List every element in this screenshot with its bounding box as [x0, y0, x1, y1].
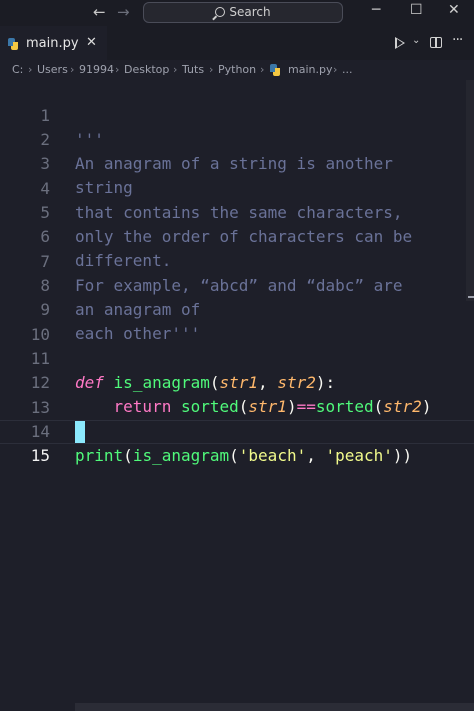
- back-arrow-icon[interactable]: ←: [93, 3, 106, 21]
- line-number: 15: [30, 446, 50, 465]
- tab-bar: main.py ✕ ⌄ ···: [0, 26, 474, 61]
- code-line: 15: [0, 420, 474, 465]
- code-line: 11 def is_anagram(str1, str2):: [0, 323, 474, 392]
- code-line: 2 An anagram of a string is another: [0, 104, 474, 173]
- code-line: 13: [0, 372, 474, 417]
- breadcrumb-separator: ›: [173, 63, 178, 76]
- function-name: print: [75, 446, 124, 465]
- split-editor-icon[interactable]: [430, 37, 442, 48]
- close-window-button[interactable]: ✕: [448, 2, 460, 18]
- breadcrumb-item[interactable]: Users: [37, 63, 68, 76]
- breadcrumb-item[interactable]: Desktop: [124, 63, 169, 76]
- punctuation: (: [123, 446, 133, 465]
- code-editor[interactable]: 1 ''' 2 An anagram of a string is anothe…: [0, 80, 474, 711]
- breadcrumb-separator: ›: [70, 63, 75, 76]
- breadcrumb-item[interactable]: main.py: [288, 63, 332, 76]
- breadcrumb-item[interactable]: 91994: [79, 63, 114, 76]
- code-text: print(is_anagram('beach', 'peach')): [75, 444, 412, 468]
- python-file-icon: [8, 38, 18, 50]
- breadcrumb: C: › Users › 91994 › Desktop › Tuts › Py…: [0, 60, 474, 80]
- code-line: 9 each other''': [0, 274, 474, 343]
- search-label: Search: [229, 5, 271, 19]
- breadcrumb-item[interactable]: C:: [12, 63, 23, 76]
- punctuation: )): [392, 446, 413, 465]
- code-line: 12 return sorted(str1)==sorted(str2): [0, 347, 474, 416]
- breadcrumb-separator: ›: [260, 63, 265, 76]
- command-search-box[interactable]: Search: [143, 2, 343, 23]
- minimize-button[interactable]: ─: [372, 2, 380, 18]
- breadcrumb-separator: ›: [28, 63, 33, 76]
- code-line: 8 an anagram of: [0, 250, 474, 319]
- breadcrumb-separator: ›: [209, 63, 214, 76]
- scrollbar-position-marker: [468, 296, 474, 298]
- punctuation: ,: [306, 446, 326, 465]
- breadcrumb-item[interactable]: ...: [342, 63, 353, 76]
- punctuation: (: [229, 446, 239, 465]
- code-line: 4 that contains the same characters,: [0, 153, 474, 222]
- function-name: is_anagram: [132, 446, 230, 465]
- breadcrumb-separator: ›: [115, 63, 120, 76]
- tab-filename: main.py: [26, 36, 79, 51]
- breadcrumb-separator: ›: [333, 63, 338, 76]
- code-line: 3 string: [0, 128, 474, 197]
- string-literal: 'peach': [325, 446, 393, 465]
- text-cursor: [75, 421, 85, 443]
- code-line: 5 only the order of characters can be: [0, 177, 474, 246]
- title-bar: ← → Search ─ ☐ ✕: [0, 0, 474, 26]
- code-line: 6 different.: [0, 201, 474, 270]
- code-line: 10: [0, 299, 474, 344]
- more-actions-icon[interactable]: ···: [452, 32, 463, 48]
- code-line: 14 print(is_anagram('beach', 'peach')): [0, 396, 474, 465]
- breadcrumb-item[interactable]: Python: [218, 63, 256, 76]
- code-line: 1 ''': [0, 80, 474, 149]
- tab-main-py[interactable]: main.py ✕: [0, 26, 107, 61]
- vertical-scrollbar[interactable]: [466, 80, 474, 301]
- search-icon: [215, 7, 226, 17]
- run-icon[interactable]: [395, 37, 405, 49]
- horizontal-scrollbar[interactable]: [75, 703, 474, 711]
- code-line: 7 For example, “abcd” and “dabc” are: [0, 226, 474, 295]
- string-literal: 'beach': [238, 446, 307, 465]
- maximize-button[interactable]: ☐: [410, 2, 423, 18]
- breadcrumb-item[interactable]: Tuts: [182, 63, 204, 76]
- forward-arrow-icon[interactable]: →: [117, 3, 130, 21]
- tab-close-icon[interactable]: ✕: [86, 35, 97, 50]
- python-file-icon: [270, 64, 280, 76]
- chevron-down-icon[interactable]: ⌄: [412, 35, 420, 46]
